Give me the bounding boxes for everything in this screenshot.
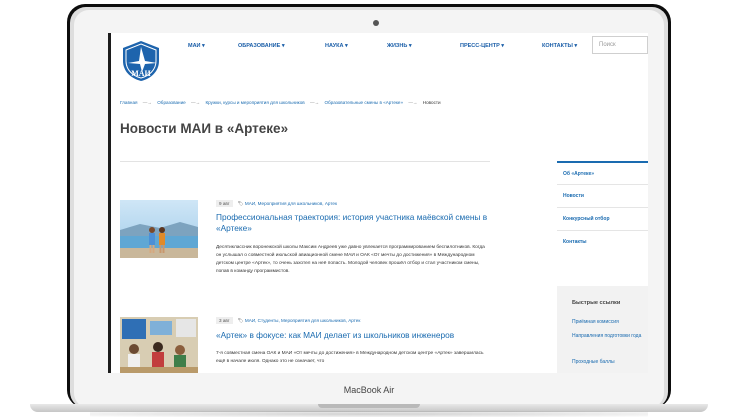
nav-item-contacts[interactable]: КОНТАКТЫ ▾ [542, 43, 577, 49]
news-item: 9 авг 🏷 МАИ, Мероприятия для школьников,… [120, 200, 490, 300]
breadcrumb-current: Новости [422, 100, 441, 105]
breadcrumb-artek-shifts[interactable]: Образовательные смены в «Артеке» [324, 100, 403, 105]
news-title[interactable]: «Артек» в фокусе: как МАИ делает из школ… [216, 330, 506, 341]
quick-links-title: Быстрые ссылки [572, 300, 621, 306]
breadcrumb-separator: —→ [309, 100, 320, 105]
news-date: 3 авг [216, 317, 233, 324]
news-date: 9 авг [216, 200, 233, 207]
sidebar-menu: Об «Артеке» Новости Конкурсный отбор Кон… [557, 161, 648, 253]
news-excerpt: Десятиклассник воронежской школы Максим … [216, 245, 485, 274]
left-edge-bar [108, 33, 111, 373]
mai-logo[interactable]: МАИ [119, 39, 163, 83]
breadcrumb-separator: —→ [142, 100, 152, 105]
quick-link-admissions[interactable]: Приёмная комиссия [572, 319, 644, 326]
divider [120, 161, 490, 162]
nav-item-science[interactable]: НАУКА ▾ [325, 43, 348, 49]
breadcrumb: Главная —→ Образование —→ Кружки, курсы … [120, 100, 445, 105]
breadcrumb-home[interactable]: Главная [120, 100, 137, 105]
sidebar-item-about[interactable]: Об «Артеке» [557, 161, 648, 184]
breadcrumb-education[interactable]: Образование [157, 100, 185, 105]
tag-icon: 🏷 [237, 318, 244, 323]
news-thumbnail[interactable] [120, 317, 198, 373]
news-title[interactable]: Профессиональная траектория: история уча… [216, 212, 506, 234]
device-label: MacBook Air [343, 385, 395, 395]
quick-link-passing-scores[interactable]: Проходные баллы [572, 359, 644, 366]
breadcrumb-separator: —→ [191, 100, 201, 105]
tag-icon: 🏷 [237, 201, 244, 206]
laptop-screen: МАИ МАИ ▾ ОБРАЗОВАНИЕ ▾ НАУКА ▾ ЖИЗНЬ ▾ … [108, 33, 648, 373]
breadcrumb-separator: —→ [408, 100, 418, 105]
laptop-notch [318, 404, 420, 408]
sidebar-item-selection[interactable]: Конкурсный отбор [557, 207, 648, 230]
news-meta: 3 авг 🏷 МАИ, Студенты, Мероприятия для ш… [216, 317, 362, 324]
news-item: 3 авг 🏷 МАИ, Студенты, Мероприятия для ш… [120, 317, 490, 373]
nav-item-press[interactable]: ПРЕСС-ЦЕНТР ▾ [460, 43, 504, 49]
sidebar-item-contacts[interactable]: Контакты [557, 230, 648, 253]
logo-text: МАИ [131, 69, 151, 78]
camera-icon [373, 20, 379, 26]
nav-item-education[interactable]: ОБРАЗОВАНИЕ ▾ [238, 43, 285, 49]
news-thumbnail[interactable] [120, 200, 198, 258]
news-excerpt: 7-я совместная смена ОАК и МАИ «От мечты… [216, 351, 484, 364]
page-title: Новости МАИ в «Артеке» [120, 121, 289, 136]
news-meta: 9 авг 🏷 МАИ, Мероприятия для школьников,… [216, 200, 339, 207]
sidebar-item-news[interactable]: Новости [557, 184, 648, 207]
news-tags[interactable]: МАИ, Мероприятия для школьников, Артек [245, 201, 337, 206]
breadcrumb-clubs[interactable]: Кружки, курсы и мероприятия для школьник… [205, 100, 304, 105]
nav-item-mai[interactable]: МАИ ▾ [188, 43, 205, 49]
search-input[interactable]: Поиск [592, 36, 648, 54]
quick-link-programs[interactable]: Направления подготовки года [572, 333, 644, 340]
laptop-shadow [90, 411, 648, 417]
quick-links-panel: Быстрые ссылки Приёмная комиссия Направл… [557, 286, 648, 373]
news-tags[interactable]: МАИ, Студенты, Мероприятия для школьнико… [245, 318, 360, 323]
webpage: МАИ МАИ ▾ ОБРАЗОВАНИЕ ▾ НАУКА ▾ ЖИЗНЬ ▾ … [108, 33, 648, 373]
nav-item-life[interactable]: ЖИЗНЬ ▾ [387, 43, 412, 49]
